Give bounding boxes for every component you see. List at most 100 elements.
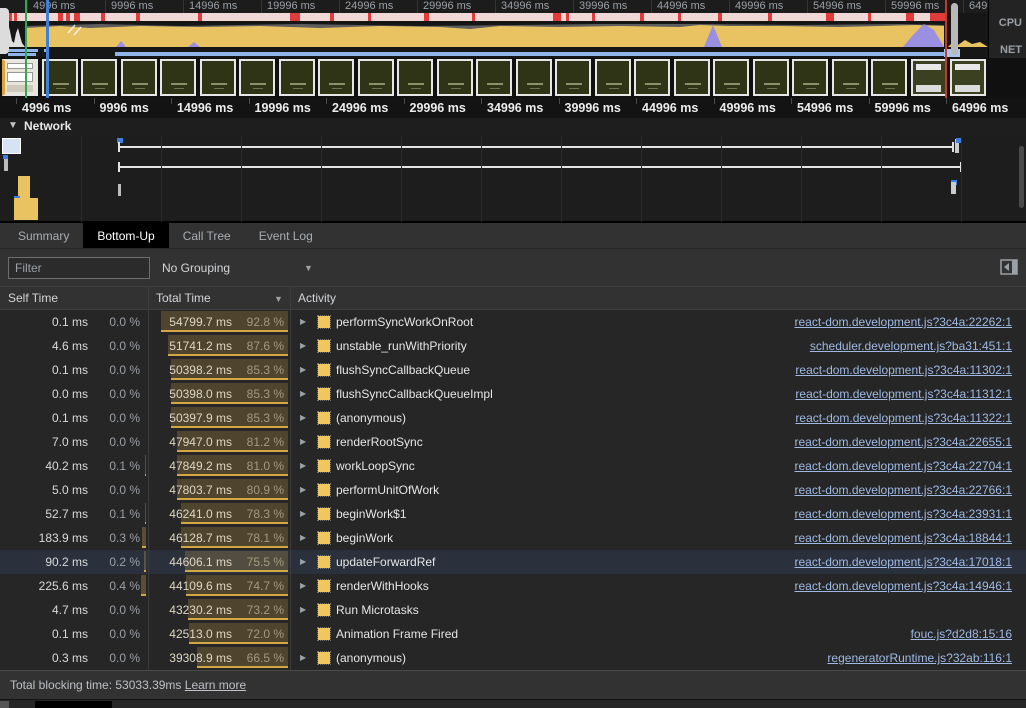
source-location-link[interactable]: react-dom.development.js?3c4a:22704:1 xyxy=(795,459,1012,473)
filmstrip-thumbnail[interactable] xyxy=(713,59,749,96)
overview-left-drag-handle[interactable] xyxy=(0,8,9,54)
filmstrip-thumbnail[interactable] xyxy=(674,59,710,96)
expand-arrow-icon[interactable]: ▶ xyxy=(300,557,310,566)
expand-arrow-icon[interactable]: ▶ xyxy=(300,509,310,518)
table-row[interactable]: 7.0 ms0.0 %47947.0 ms81.2 %▶renderRootSy… xyxy=(0,430,1026,454)
cpu-overview-chart[interactable] xyxy=(0,21,988,47)
source-location-link[interactable]: react-dom.development.js?3c4a:22766:1 xyxy=(795,483,1012,497)
network-request-line-long[interactable] xyxy=(118,146,954,148)
filmstrip-thumbnail[interactable] xyxy=(753,59,789,96)
timeline-overview[interactable]: 4996 ms9996 ms14996 ms19996 ms24996 ms29… xyxy=(0,0,1026,58)
ruler-label: 44996 ms xyxy=(642,101,698,115)
source-location-link[interactable]: react-dom.development.js?3c4a:11312:1 xyxy=(795,387,1012,401)
filmstrip-thumbnail[interactable] xyxy=(358,59,394,96)
network-section-header[interactable]: ▼ Network xyxy=(0,118,1026,136)
expand-arrow-icon[interactable]: ▶ xyxy=(300,653,310,662)
expand-arrow-icon[interactable]: ▶ xyxy=(300,461,310,470)
network-request-bar[interactable] xyxy=(118,184,121,196)
column-header-total-time[interactable]: Total Time xyxy=(156,291,211,305)
table-row[interactable]: 5.0 ms0.0 %47803.7 ms80.9 %▶performUnitO… xyxy=(0,478,1026,502)
expand-arrow-icon[interactable]: ▶ xyxy=(300,317,310,326)
self-time-cell: 0.1 ms0.0 % xyxy=(0,310,148,334)
expand-arrow-icon[interactable]: ▶ xyxy=(300,581,310,590)
table-row[interactable]: 40.2 ms0.1 %47849.2 ms81.0 %▶workLoopSyn… xyxy=(0,454,1026,478)
column-divider[interactable] xyxy=(290,286,291,670)
filmstrip-thumbnail[interactable] xyxy=(437,59,473,96)
table-row[interactable]: 4.7 ms0.0 %43230.2 ms73.2 %▶Run Microtas… xyxy=(0,598,1026,622)
network-scrollbar-thumb[interactable] xyxy=(1019,146,1024,208)
filmstrip-thumbnail[interactable] xyxy=(871,59,907,96)
expand-arrow-icon[interactable]: ▶ xyxy=(300,413,310,422)
filmstrip-thumbnail[interactable] xyxy=(2,59,38,96)
overview-scrollbar-thumb[interactable] xyxy=(951,3,958,55)
source-location-link[interactable]: react-dom.development.js?3c4a:18844:1 xyxy=(795,531,1012,545)
source-location-link[interactable]: react-dom.development.js?3c4a:11302:1 xyxy=(795,363,1012,377)
table-row[interactable]: 0.1 ms0.0 %50397.9 ms85.3 %▶(anonymous)r… xyxy=(0,406,1026,430)
network-request-bar[interactable] xyxy=(4,159,8,171)
table-row[interactable]: 0.3 ms0.0 %39308.9 ms66.5 %▶(anonymous)r… xyxy=(0,646,1026,670)
table-row[interactable]: 4.6 ms0.0 %51741.2 ms87.6 %▶unstable_run… xyxy=(0,334,1026,358)
table-row[interactable]: 183.9 ms0.3 %46128.7 ms78.1 %▶beginWorkr… xyxy=(0,526,1026,550)
screenshot-filmstrip[interactable] xyxy=(0,58,1026,98)
table-row[interactable]: 0.1 ms0.0 %54799.7 ms92.8 %▶performSyncW… xyxy=(0,310,1026,334)
network-waterfall[interactable] xyxy=(0,136,1026,222)
collapse-triangle-icon[interactable]: ▼ xyxy=(8,120,18,131)
expand-arrow-icon[interactable]: ▶ xyxy=(300,389,310,398)
filmstrip-thumbnail[interactable] xyxy=(279,59,315,96)
filmstrip-thumbnail[interactable] xyxy=(81,59,117,96)
source-location-link[interactable]: scheduler.development.js?ba31:451:1 xyxy=(810,339,1012,353)
column-divider[interactable] xyxy=(148,286,149,670)
total-time-ms: 42513.0 ms xyxy=(169,627,232,641)
expand-arrow-icon[interactable]: ▶ xyxy=(300,533,310,542)
network-request-line-long[interactable] xyxy=(118,166,962,168)
expand-arrow-icon[interactable]: ▶ xyxy=(300,365,310,374)
source-location-link[interactable]: react-dom.development.js?3c4a:17018:1 xyxy=(795,555,1012,569)
network-gridline xyxy=(641,136,642,222)
network-request-selected[interactable] xyxy=(2,138,21,154)
filmstrip-thumbnail[interactable] xyxy=(200,59,236,96)
tab-call-tree[interactable]: Call Tree xyxy=(169,223,245,248)
show-details-pane-button[interactable] xyxy=(1000,259,1018,275)
source-location-link[interactable]: react-dom.development.js?3c4a:22655:1 xyxy=(795,435,1012,449)
column-header-activity[interactable]: Activity xyxy=(298,291,336,305)
filmstrip-thumbnail[interactable] xyxy=(634,59,670,96)
column-header-self-time[interactable]: Self Time xyxy=(8,291,58,305)
filmstrip-thumbnail[interactable] xyxy=(318,59,354,96)
filmstrip-thumbnail[interactable] xyxy=(950,59,986,96)
long-task-segment xyxy=(472,13,475,21)
expand-arrow-icon[interactable]: ▶ xyxy=(300,341,310,350)
source-location-link[interactable]: react-dom.development.js?3c4a:11322:1 xyxy=(795,411,1012,425)
grouping-select[interactable]: No Grouping ▼ xyxy=(162,257,322,279)
filmstrip-thumbnail[interactable] xyxy=(476,59,512,96)
tab-summary[interactable]: Summary xyxy=(4,223,83,248)
table-row[interactable]: 0.1 ms0.0 %50398.2 ms85.3 %▶flushSyncCal… xyxy=(0,358,1026,382)
filmstrip-thumbnail[interactable] xyxy=(555,59,591,96)
filmstrip-thumbnail[interactable] xyxy=(792,59,828,96)
filmstrip-thumbnail[interactable] xyxy=(121,59,157,96)
filmstrip-thumbnail[interactable] xyxy=(239,59,275,96)
learn-more-link[interactable]: Learn more xyxy=(185,678,246,692)
table-row[interactable]: 0.0 ms0.0 %50398.0 ms85.3 %▶flushSyncCal… xyxy=(0,382,1026,406)
tab-event-log[interactable]: Event Log xyxy=(245,223,327,248)
filmstrip-thumbnail[interactable] xyxy=(595,59,631,96)
expand-arrow-icon[interactable]: ▶ xyxy=(300,485,310,494)
filmstrip-thumbnail[interactable] xyxy=(911,59,947,96)
filter-input[interactable] xyxy=(8,257,150,279)
filmstrip-thumbnail[interactable] xyxy=(160,59,196,96)
tab-bottom-up[interactable]: Bottom-Up xyxy=(83,223,168,248)
source-location-link[interactable]: fouc.js?d2d8:15:16 xyxy=(911,627,1012,641)
filmstrip-thumbnail[interactable] xyxy=(397,59,433,96)
source-location-link[interactable]: react-dom.development.js?3c4a:22262:1 xyxy=(795,315,1012,329)
table-row[interactable]: 52.7 ms0.1 %46241.0 ms78.3 %▶beginWork$1… xyxy=(0,502,1026,526)
source-location-link[interactable]: react-dom.development.js?3c4a:14946:1 xyxy=(795,579,1012,593)
table-row[interactable]: 225.6 ms0.4 %44109.6 ms74.7 %▶renderWith… xyxy=(0,574,1026,598)
filmstrip-thumbnail[interactable] xyxy=(832,59,868,96)
network-request-bar-yellow[interactable] xyxy=(14,198,38,220)
table-row[interactable]: 90.2 ms0.2 %44606.1 ms75.5 %▶updateForwa… xyxy=(0,550,1026,574)
expand-arrow-icon[interactable]: ▶ xyxy=(300,437,310,446)
source-location-link[interactable]: regeneratorRuntime.js?32ab:116:1 xyxy=(827,651,1012,665)
source-location-link[interactable]: react-dom.development.js?3c4a:23931:1 xyxy=(795,507,1012,521)
expand-arrow-icon[interactable]: ▶ xyxy=(300,605,310,614)
table-row[interactable]: 0.1 ms0.0 %42513.0 ms72.0 %Animation Fra… xyxy=(0,622,1026,646)
filmstrip-thumbnail[interactable] xyxy=(516,59,552,96)
